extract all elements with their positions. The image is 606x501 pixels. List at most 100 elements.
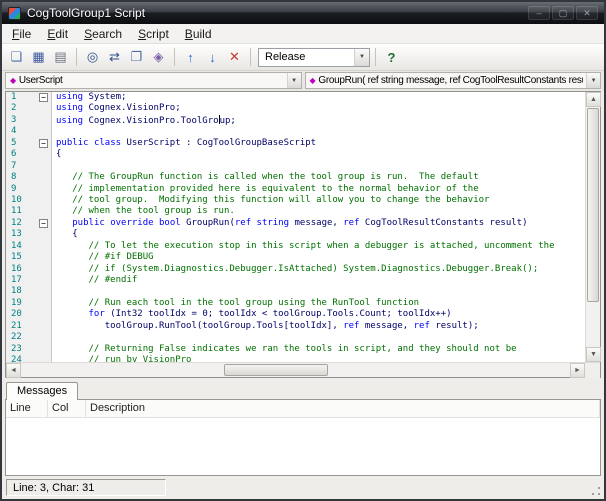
code-line[interactable]: 20 for (Int32 toolIdx = 0; toolIdx < too… <box>6 309 585 320</box>
messages-list-body[interactable] <box>6 418 600 475</box>
code-line[interactable]: 10 // tool group. Modifying this functio… <box>6 195 585 206</box>
find-icon[interactable]: ◎ <box>82 47 103 68</box>
code-line[interactable]: 7 <box>6 161 585 172</box>
window-controls: – ▢ ✕ <box>528 6 598 20</box>
line-number: 16 <box>11 263 22 274</box>
code-line[interactable]: 18 <box>6 286 585 297</box>
tab-messages[interactable]: Messages <box>6 382 79 400</box>
member-icon: ◆ <box>10 76 16 85</box>
messages-list[interactable]: Line Col Description <box>5 399 601 476</box>
save-icon[interactable]: ▦ <box>28 47 49 68</box>
code-line[interactable]: 2 using Cognex.VisionPro; <box>6 103 585 114</box>
column-header-line[interactable]: Line <box>6 400 48 417</box>
chevron-down-icon[interactable]: ▼ <box>354 48 369 66</box>
configuration-combobox[interactable]: Release ▼ <box>258 47 370 67</box>
code-line[interactable]: 23 // Returning False indicates we ran t… <box>6 344 585 355</box>
code-line[interactable]: 12− public override bool GroupRun(ref st… <box>6 218 585 229</box>
line-number: 10 <box>11 194 22 205</box>
code-line[interactable]: 11 // when the tool group is run. <box>6 206 585 217</box>
code-line[interactable]: 21 toolGroup.RunTool(toolGroup.Tools[too… <box>6 321 585 332</box>
object-dropdown-value: UserScript <box>18 75 63 86</box>
member-dropdown[interactable]: ◆ GroupRun( ref string message, ref CogT… <box>304 72 601 89</box>
print-icon[interactable]: ▤ <box>50 47 71 68</box>
scroll-left-icon[interactable]: ◄ <box>6 363 21 378</box>
fold-margin[interactable]: − <box>36 138 51 149</box>
configuration-value: Release <box>265 51 306 63</box>
fold-margin <box>36 309 51 320</box>
caret-position-status: Line: 3, Char: 31 <box>6 479 166 496</box>
code-line[interactable]: 22 <box>6 332 585 343</box>
app-icon <box>8 6 21 20</box>
horizontal-scrollbar[interactable] <box>21 363 570 377</box>
toolbar: ❏ ▦ ▤ ◎ ⇄ ❐ ◈ ↑ ↓ ✕ Release ▼ ? <box>2 44 604 71</box>
resize-grip-icon[interactable] <box>590 485 602 497</box>
line-number: 15 <box>11 252 22 263</box>
code-line[interactable]: 13 { <box>6 229 585 240</box>
line-number: 18 <box>11 286 22 297</box>
line-number: 12 <box>11 217 22 228</box>
menu-edit[interactable]: Edit <box>39 25 76 43</box>
member-icon: ◆ <box>309 76 316 85</box>
code-line[interactable]: 14 // To let the execution stop in this … <box>6 241 585 252</box>
code-line[interactable]: 17 // #endif <box>6 275 585 286</box>
replace-icon[interactable]: ⇄ <box>104 47 125 68</box>
new-file-icon[interactable]: ❏ <box>6 47 27 68</box>
fold-margin <box>36 229 51 240</box>
code-line[interactable]: 1− using System; <box>6 92 585 103</box>
code-line[interactable]: 6{ <box>6 149 585 160</box>
menu-file[interactable]: File <box>4 25 39 43</box>
fold-margin <box>36 115 51 126</box>
menu-script[interactable]: Script <box>130 25 177 43</box>
code-area[interactable]: 1− using System; 2 using Cognex.VisionPro; 3… <box>6 92 585 362</box>
line-number: 13 <box>11 229 22 240</box>
menu-search[interactable]: Search <box>76 25 130 43</box>
column-header-col[interactable]: Col <box>48 400 86 417</box>
code-line[interactable]: 9 // implementation provided here is equ… <box>6 184 585 195</box>
code-line[interactable]: 4 <box>6 126 585 137</box>
code-line[interactable]: 5− public class UserScript : CogToolGroup… <box>6 138 585 149</box>
delete-icon[interactable]: ✕ <box>224 47 245 68</box>
code-line[interactable]: 15 // #if DEBUG <box>6 252 585 263</box>
vertical-scrollbar[interactable]: ▲ ▼ <box>585 92 601 362</box>
line-number: 7 <box>11 160 17 171</box>
fold-margin[interactable]: − <box>36 218 51 229</box>
line-number: 21 <box>11 320 22 331</box>
code-line[interactable]: 3 using Cognex.VisionPro.ToolGroup; <box>6 114 585 126</box>
fold-margin <box>36 264 51 275</box>
close-button[interactable]: ✕ <box>576 6 598 20</box>
fold-margin <box>36 126 51 137</box>
bookmark-icon[interactable]: ◈ <box>148 47 169 68</box>
scroll-down-icon[interactable]: ▼ <box>586 347 601 362</box>
horizontal-scrollbar-thumb[interactable] <box>224 364 329 376</box>
minimize-button[interactable]: – <box>528 6 550 20</box>
vertical-scrollbar-thumb[interactable] <box>587 108 599 303</box>
object-dropdown[interactable]: ◆ UserScript ▼ <box>5 72 302 89</box>
menu-build[interactable]: Build <box>177 25 220 43</box>
fold-collapse-icon[interactable]: − <box>39 219 48 229</box>
code-line[interactable]: 24 // run by VisionPro <box>6 355 585 362</box>
title-bar[interactable]: CogToolGroup1 Script – ▢ ✕ <box>2 2 604 24</box>
fold-collapse-icon[interactable]: − <box>39 93 48 103</box>
window-title: CogToolGroup1 Script <box>27 6 146 20</box>
maximize-button[interactable]: ▢ <box>552 6 574 20</box>
navigate-up-icon[interactable]: ↑ <box>180 47 201 68</box>
help-icon[interactable]: ? <box>381 47 402 68</box>
chevron-down-icon[interactable]: ▼ <box>586 73 600 88</box>
chevron-down-icon[interactable]: ▼ <box>286 73 301 88</box>
copy-icon[interactable]: ❐ <box>126 47 147 68</box>
fold-margin[interactable]: − <box>36 92 51 103</box>
script-editor: 1− using System; 2 using Cognex.VisionPro; 3… <box>5 91 601 378</box>
line-number: 2 <box>11 103 17 114</box>
fold-collapse-icon[interactable]: − <box>39 138 48 148</box>
line-number: 14 <box>11 240 22 251</box>
line-number: 24 <box>11 355 22 362</box>
scroll-right-icon[interactable]: ► <box>570 363 585 378</box>
scroll-up-icon[interactable]: ▲ <box>586 92 601 107</box>
code-line[interactable]: 19 // Run each tool in the tool group us… <box>6 298 585 309</box>
column-header-description[interactable]: Description <box>86 400 600 417</box>
code-line[interactable]: 16 // if (System.Diagnostics.Debugger.Is… <box>6 264 585 275</box>
navigate-down-icon[interactable]: ↓ <box>202 47 223 68</box>
toolbar-separator <box>250 48 251 66</box>
code-line[interactable]: 8 // The GroupRun function is called whe… <box>6 172 585 183</box>
line-number: 4 <box>11 126 17 137</box>
